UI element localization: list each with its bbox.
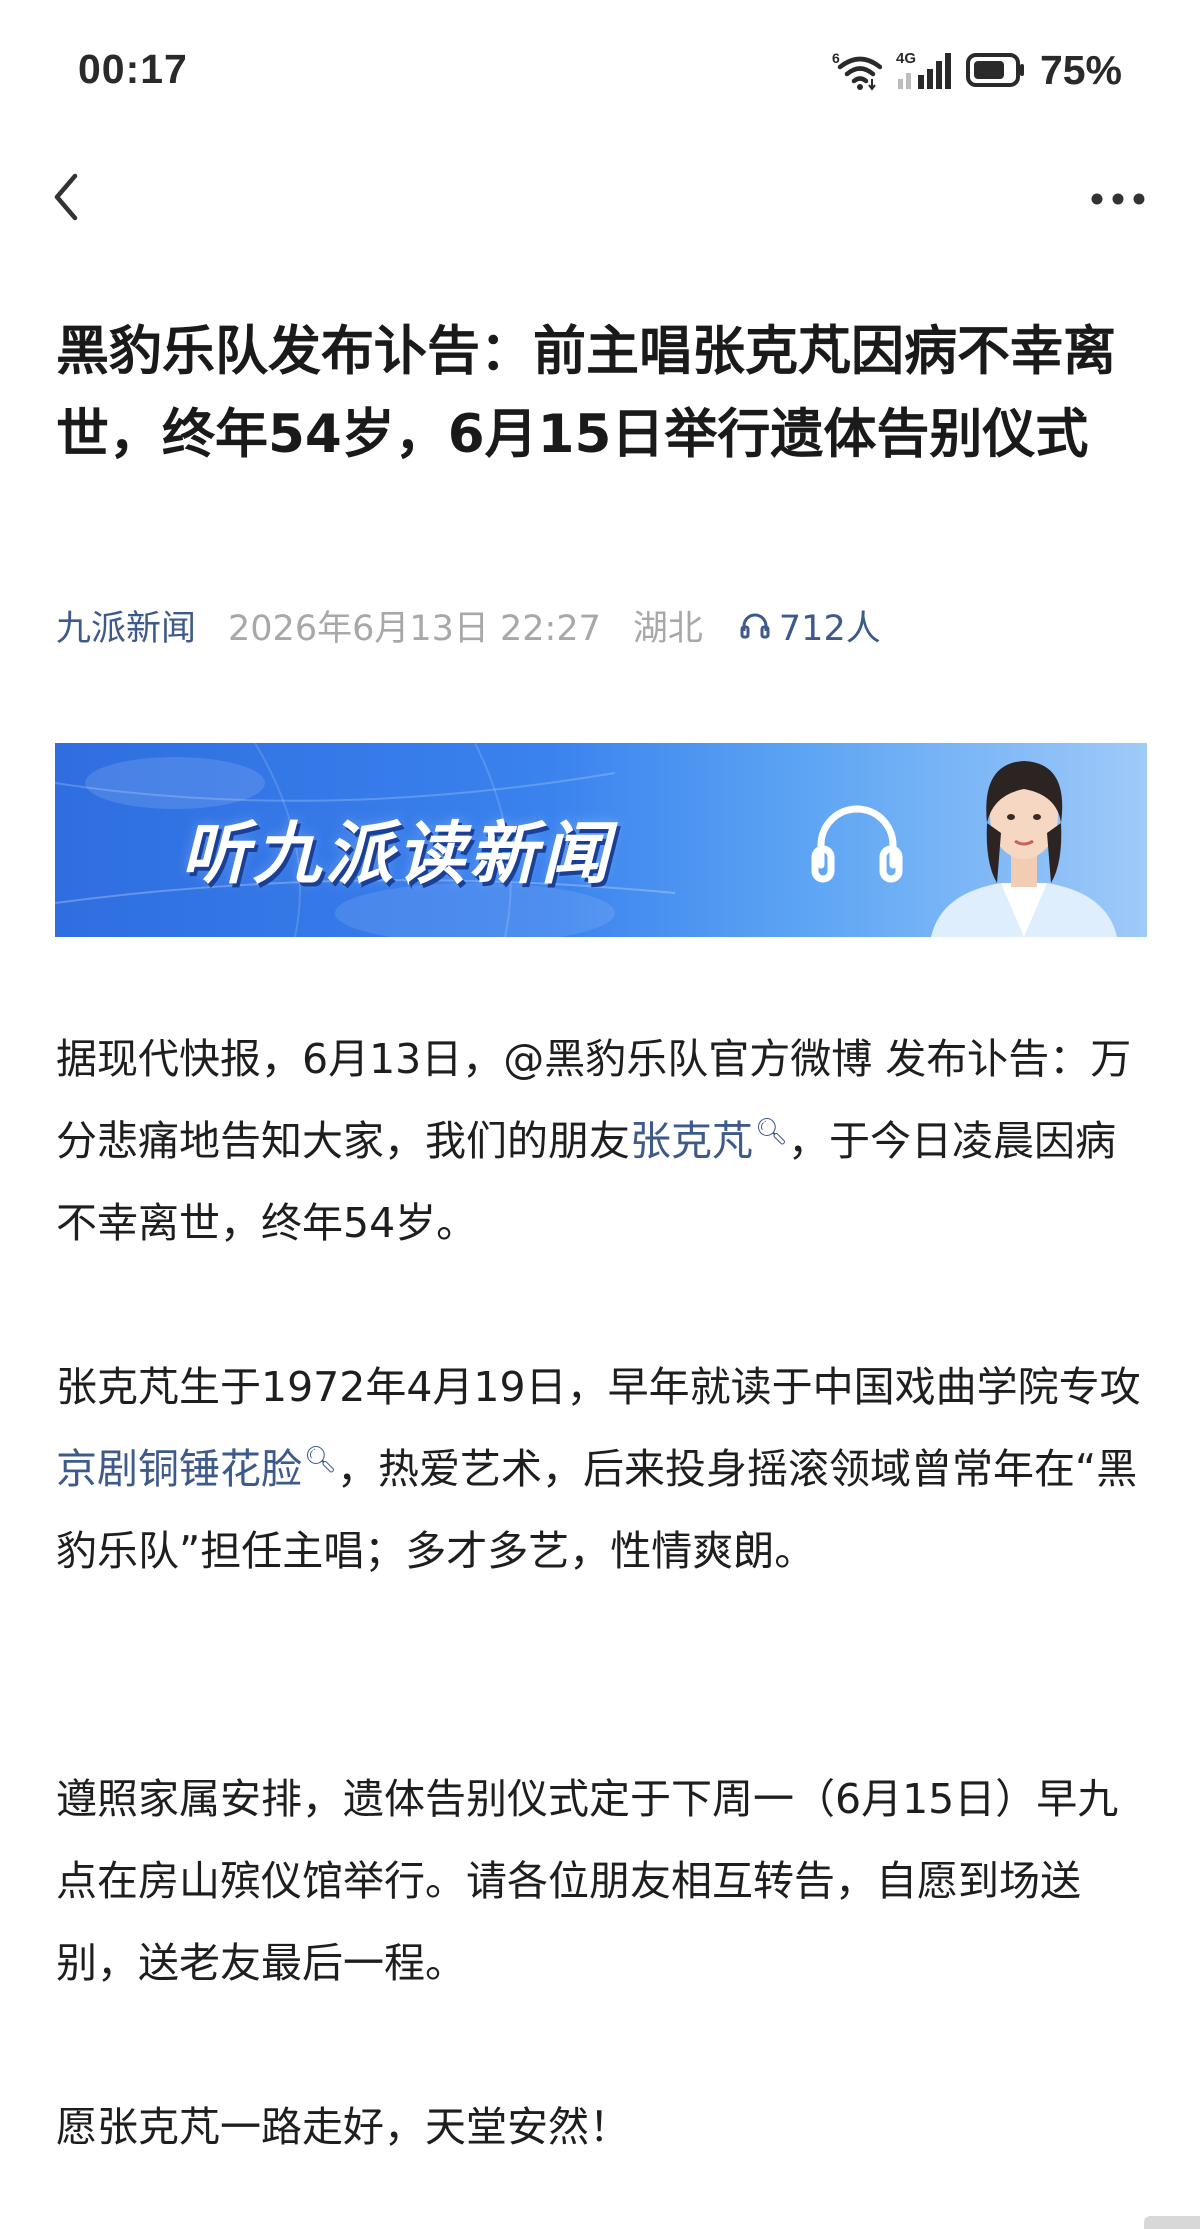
- headphones-icon: [811, 805, 903, 883]
- article-meta: 九派新闻 2026年6月13日 22:27 湖北 712人: [56, 600, 881, 650]
- article-paragraph: 愿张克芃一路走好，天堂安然！: [56, 2103, 630, 2151]
- cellular-signal-icon: 4G: [896, 50, 951, 89]
- more-horizontal-icon: [1091, 193, 1145, 205]
- wifi-tag: 6: [832, 50, 840, 66]
- search-icon: 🔍︎: [304, 1445, 338, 1476]
- link-text: 京剧铜锤花脸: [56, 1445, 302, 1493]
- status-bar: 00:17 6 4G 75%: [0, 0, 1200, 150]
- publish-date: 2026年6月13日 22:27: [228, 608, 601, 649]
- listener-count[interactable]: 712人: [739, 600, 881, 651]
- more-button[interactable]: [1080, 164, 1156, 234]
- paragraph-text: 张克芃生于1972年4月19日，早年就读于中国戏曲学院专攻: [56, 1363, 1141, 1411]
- nav-bar: [0, 150, 1200, 250]
- banner-text: 听九派读新闻: [181, 815, 614, 894]
- battery-percentage: 75%: [1039, 46, 1122, 93]
- battery-icon: [965, 53, 1024, 87]
- topic-link-jingju[interactable]: 京剧铜锤花脸🔍︎: [56, 1445, 337, 1493]
- publish-region: 湖北: [632, 608, 703, 649]
- article-paragraph: 据现代快报，6月13日，@黑豹乐队官方微博 发布讣告：万分悲痛地告知大家，我们的…: [56, 1018, 1148, 1264]
- person-link-zhang-kepeng[interactable]: 张克芃🔍︎: [630, 1117, 788, 1165]
- system-icons: 6 4G 75%: [832, 46, 1122, 93]
- status-time: 00:17: [78, 46, 188, 92]
- back-button[interactable]: [36, 162, 96, 232]
- news-anchor-illustration: [931, 761, 1117, 937]
- network-type: 4G: [896, 50, 916, 67]
- source-name[interactable]: 九派新闻: [56, 600, 196, 651]
- search-icon: 🔍︎: [755, 1117, 789, 1148]
- home-indicator: [1144, 2216, 1200, 2229]
- chevron-left-icon: [54, 173, 78, 221]
- article-title: 黑豹乐队发布讣告：前主唱张克芃因病不幸离世，终年54岁，6月15日举行遗体告别仪…: [56, 321, 1116, 465]
- wifi-icon: 6: [832, 50, 882, 91]
- listen-news-banner[interactable]: 听九派读新闻: [55, 743, 1147, 937]
- link-text: 张克芃: [630, 1117, 753, 1165]
- article-paragraph: 张克芃生于1972年4月19日，早年就读于中国戏曲学院专攻京剧铜锤花脸🔍︎，热爱…: [56, 1346, 1148, 1592]
- article-paragraph: 遵照家属安排，遗体告别仪式定于下周一（6月15日）早九点在房山殡仪馆举行。请各位…: [56, 1775, 1119, 1987]
- headphones-icon: [740, 613, 770, 639]
- listener-count-text: 712人: [778, 608, 881, 649]
